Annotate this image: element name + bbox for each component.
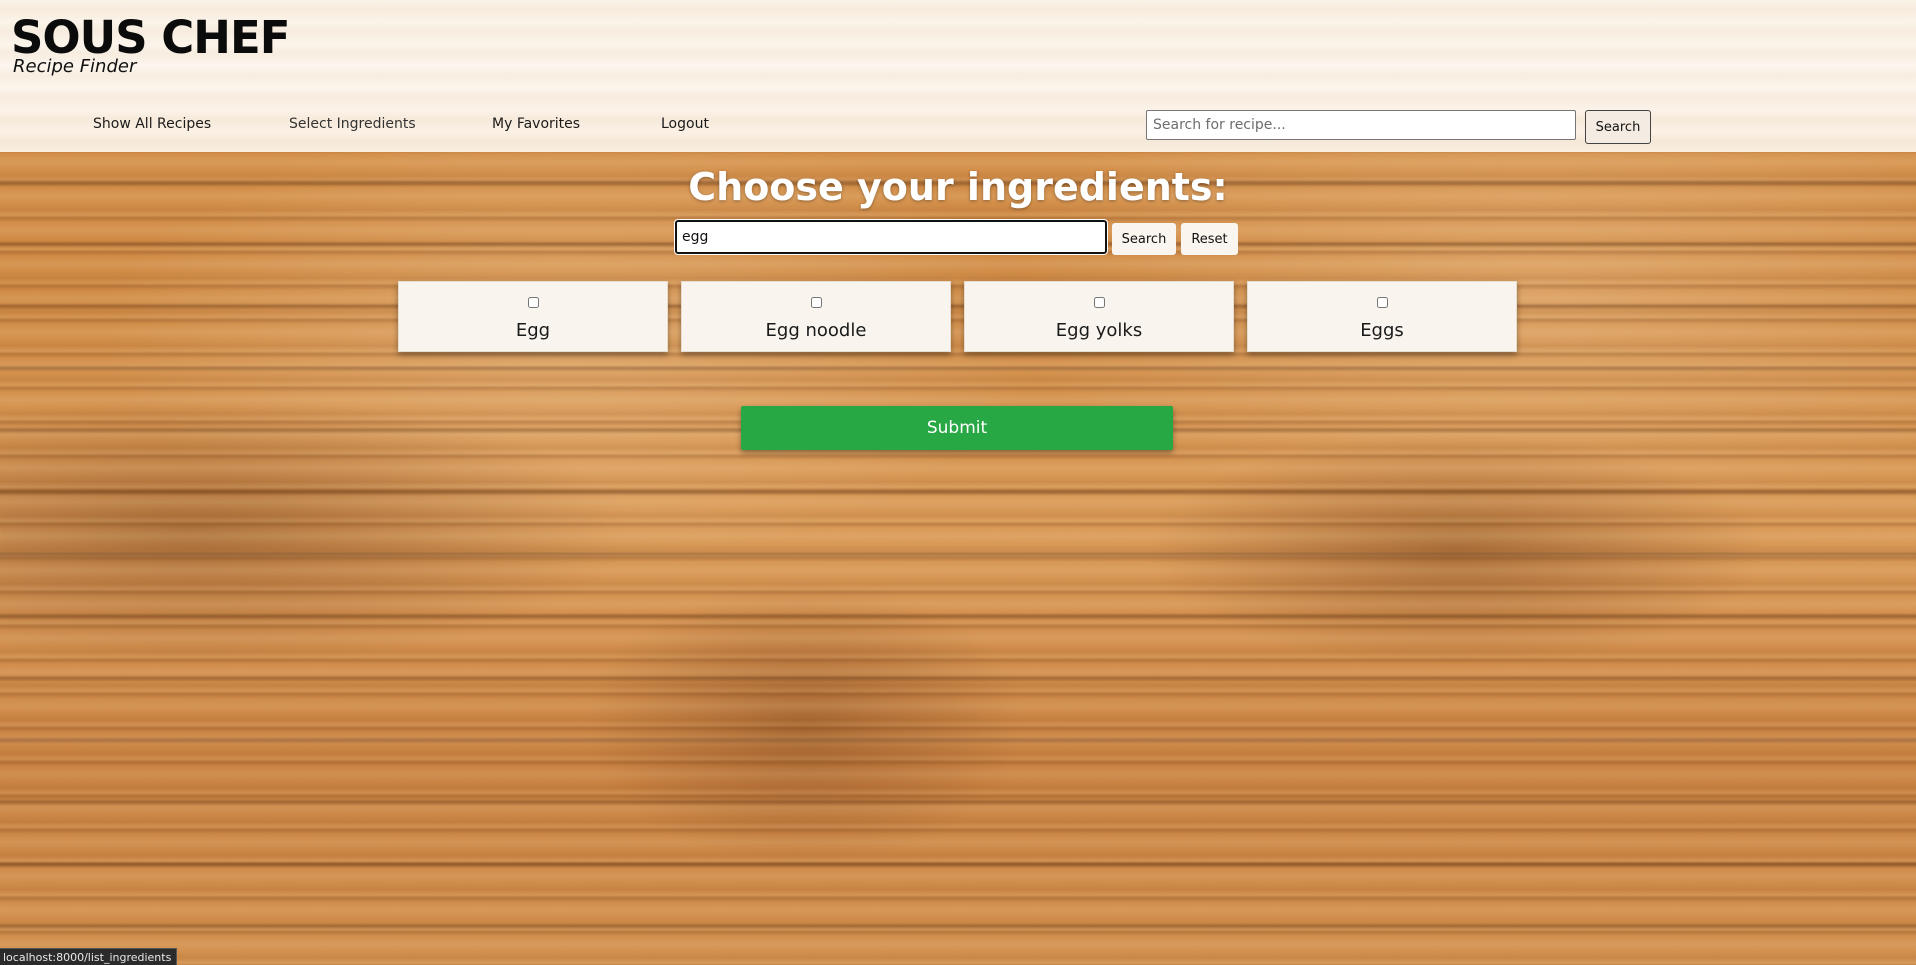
status-bar-url: localhost:8000/list_ingredients [0, 948, 178, 965]
ingredient-checkbox[interactable] [811, 297, 822, 308]
ingredient-search-button[interactable]: Search [1112, 223, 1176, 255]
nav-show-all-recipes[interactable]: Show All Recipes [93, 116, 211, 132]
ingredient-label: Eggs [1360, 320, 1404, 341]
recipe-search-button[interactable]: Search [1585, 110, 1651, 144]
ingredient-card[interactable]: Egg yolks [964, 281, 1234, 352]
ingredient-card[interactable]: Egg noodle [681, 281, 951, 352]
nav-my-favorites[interactable]: My Favorites [492, 116, 580, 132]
nav-logout[interactable]: Logout [661, 116, 709, 132]
nav-select-ingredients[interactable]: Select Ingredients [289, 116, 416, 132]
ingredient-label: Egg noodle [765, 320, 867, 341]
ingredient-search-input[interactable] [674, 219, 1108, 255]
ingredient-label: Egg [515, 320, 551, 341]
page-heading: Choose your ingredients: [688, 165, 1228, 209]
ingredient-label: Egg yolks [1055, 320, 1143, 341]
brand-subtitle: Recipe Finder [13, 56, 137, 77]
ingredient-card[interactable]: Eggs [1247, 281, 1517, 352]
ingredient-checkbox[interactable] [1377, 297, 1388, 308]
ingredient-checkbox[interactable] [528, 297, 539, 308]
header: SOUS CHEF Recipe Finder Show All Recipes… [0, 0, 1916, 152]
recipe-search-input[interactable] [1146, 110, 1576, 140]
ingredient-checkbox[interactable] [1094, 297, 1105, 308]
submit-button[interactable]: Submit [741, 406, 1173, 450]
ingredient-card[interactable]: Egg [398, 281, 668, 352]
reset-button[interactable]: Reset [1181, 223, 1238, 255]
